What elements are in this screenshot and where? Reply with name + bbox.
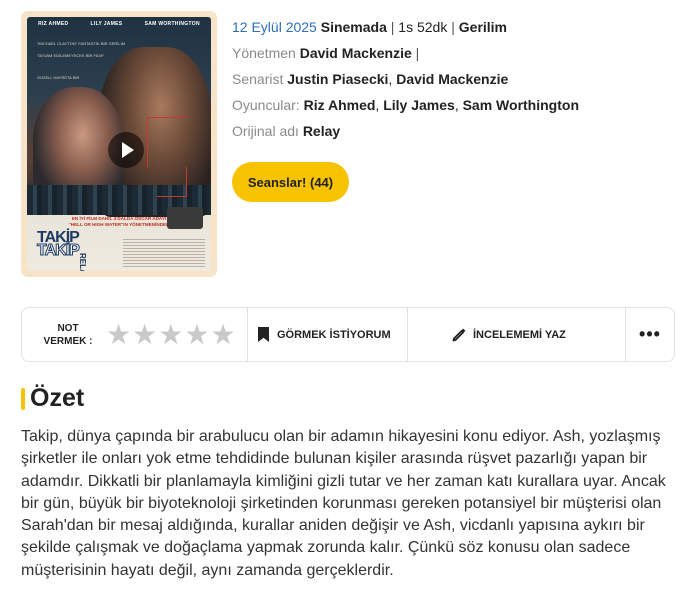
bookmark-icon [258,327,269,342]
comma: , [388,71,393,87]
director-link[interactable]: David Mackenzie [300,45,412,61]
separator: | [390,19,395,35]
poster-card[interactable]: RIZ AHMED LILY JAMES SAM WORTHINGTON "MI… [21,11,217,277]
cast-link[interactable]: Lily James [383,97,455,113]
poster-quote-2: "DEVAM EDİLEMEYECEK BİR FİLM" [37,53,105,58]
duration: 1s 52dk [398,19,448,35]
star-icon[interactable]: ★ [158,320,183,349]
movie-info: 12 Eylül 2025 Sinemada | 1s 52dk | Geril… [232,18,579,148]
poster-credits [123,239,205,267]
poster-red-line [147,117,187,167]
star-icon[interactable]: ★ [210,320,235,349]
movie-poster[interactable]: RIZ AHMED LILY JAMES SAM WORTHINGTON "MI… [27,17,211,271]
poster-cast-names: RIZ AHMED LILY JAMES SAM WORTHINGTON [27,21,211,27]
write-review-label: İNCELEMEMİ YAZ [473,328,566,341]
original-title-row: Orijinal adı Relay [232,122,579,148]
rate-label: NOT VERMEK : [38,322,98,348]
writer-row: Senarist Justin Piasecki, David Mackenzi… [232,70,579,96]
cast-row: Oyuncular: Riz Ahmed, Lily James, Sam Wo… [232,96,579,122]
original-title-label: Orijinal adı [232,123,299,139]
rating-stars: ★ ★ ★ ★ ★ [106,320,237,349]
star-icon[interactable]: ★ [106,320,131,349]
writer-link[interactable]: David Mackenzie [396,71,508,87]
rate-label-line1: NOT [57,322,79,334]
poster-cast-3: SAM WORTHINGTON [144,21,200,27]
release-date-link[interactable]: 12 Eylül 2025 [232,19,317,35]
genre-link[interactable]: Gerilim [459,19,507,35]
poster-title-art: TAKİP TAKİP [37,230,81,260]
write-review-button[interactable]: İNCELEMEMİ YAZ [408,308,626,361]
summary-accent-bar [21,387,25,410]
star-icon[interactable]: ★ [132,320,157,349]
rating-section: NOT VERMEK : ★ ★ ★ ★ ★ [22,308,248,361]
poster-title-line2: TAKİP [37,242,81,259]
poster-cast-1: RIZ AHMED [38,21,69,27]
cast-link[interactable]: Riz Ahmed [304,97,376,113]
poster-cast-2: LILY JAMES [90,21,123,27]
more-icon: ••• [639,324,661,344]
separator: | [415,45,420,61]
showtimes-button[interactable]: Seanslar! (44) [232,162,349,202]
play-trailer-button[interactable] [108,132,144,168]
poster-red-line [157,167,187,197]
action-bar: NOT VERMEK : ★ ★ ★ ★ ★ GÖRMEK İSTİYORUM … [21,307,675,362]
pencil-icon [452,328,466,342]
release-status: Sinemada [320,19,387,35]
poster-quote-1: "MICHAEL CLAYTON" FANTASTİK BİR GERİLİM [37,41,126,46]
summary-header: Özet [21,384,84,413]
original-title: Relay [302,123,341,139]
poster-quote-3: GÜZELL HAYRETA BİR [37,75,80,80]
release-row: 12 Eylül 2025 Sinemada | 1s 52dk | Geril… [232,18,579,44]
summary-heading: Özet [30,384,85,412]
separator: | [451,19,455,35]
cast-label: Oyuncular: [232,97,300,113]
writer-label: Senarist [232,71,284,87]
writer-link[interactable]: Justin Piasecki [287,71,388,87]
star-icon[interactable]: ★ [184,320,209,349]
comma: , [454,97,459,113]
rate-label-line2: VERMEK : [43,335,93,347]
comma: , [375,97,380,113]
watchlist-label: GÖRMEK İSTİYORUM [277,328,391,341]
director-row: Yönetmen David Mackenzie | [232,44,579,70]
poster-typewriter [167,207,203,229]
watchlist-button[interactable]: GÖRMEK İSTİYORUM [248,308,408,361]
cast-link[interactable]: Sam Worthington [463,97,579,113]
director-label: Yönetmen [232,45,296,61]
more-options-button[interactable]: ••• [626,308,674,361]
summary-text: Takip, dünya çapında bir arabulucu olan … [21,428,666,579]
poster-title-side: RELAY [78,253,87,271]
